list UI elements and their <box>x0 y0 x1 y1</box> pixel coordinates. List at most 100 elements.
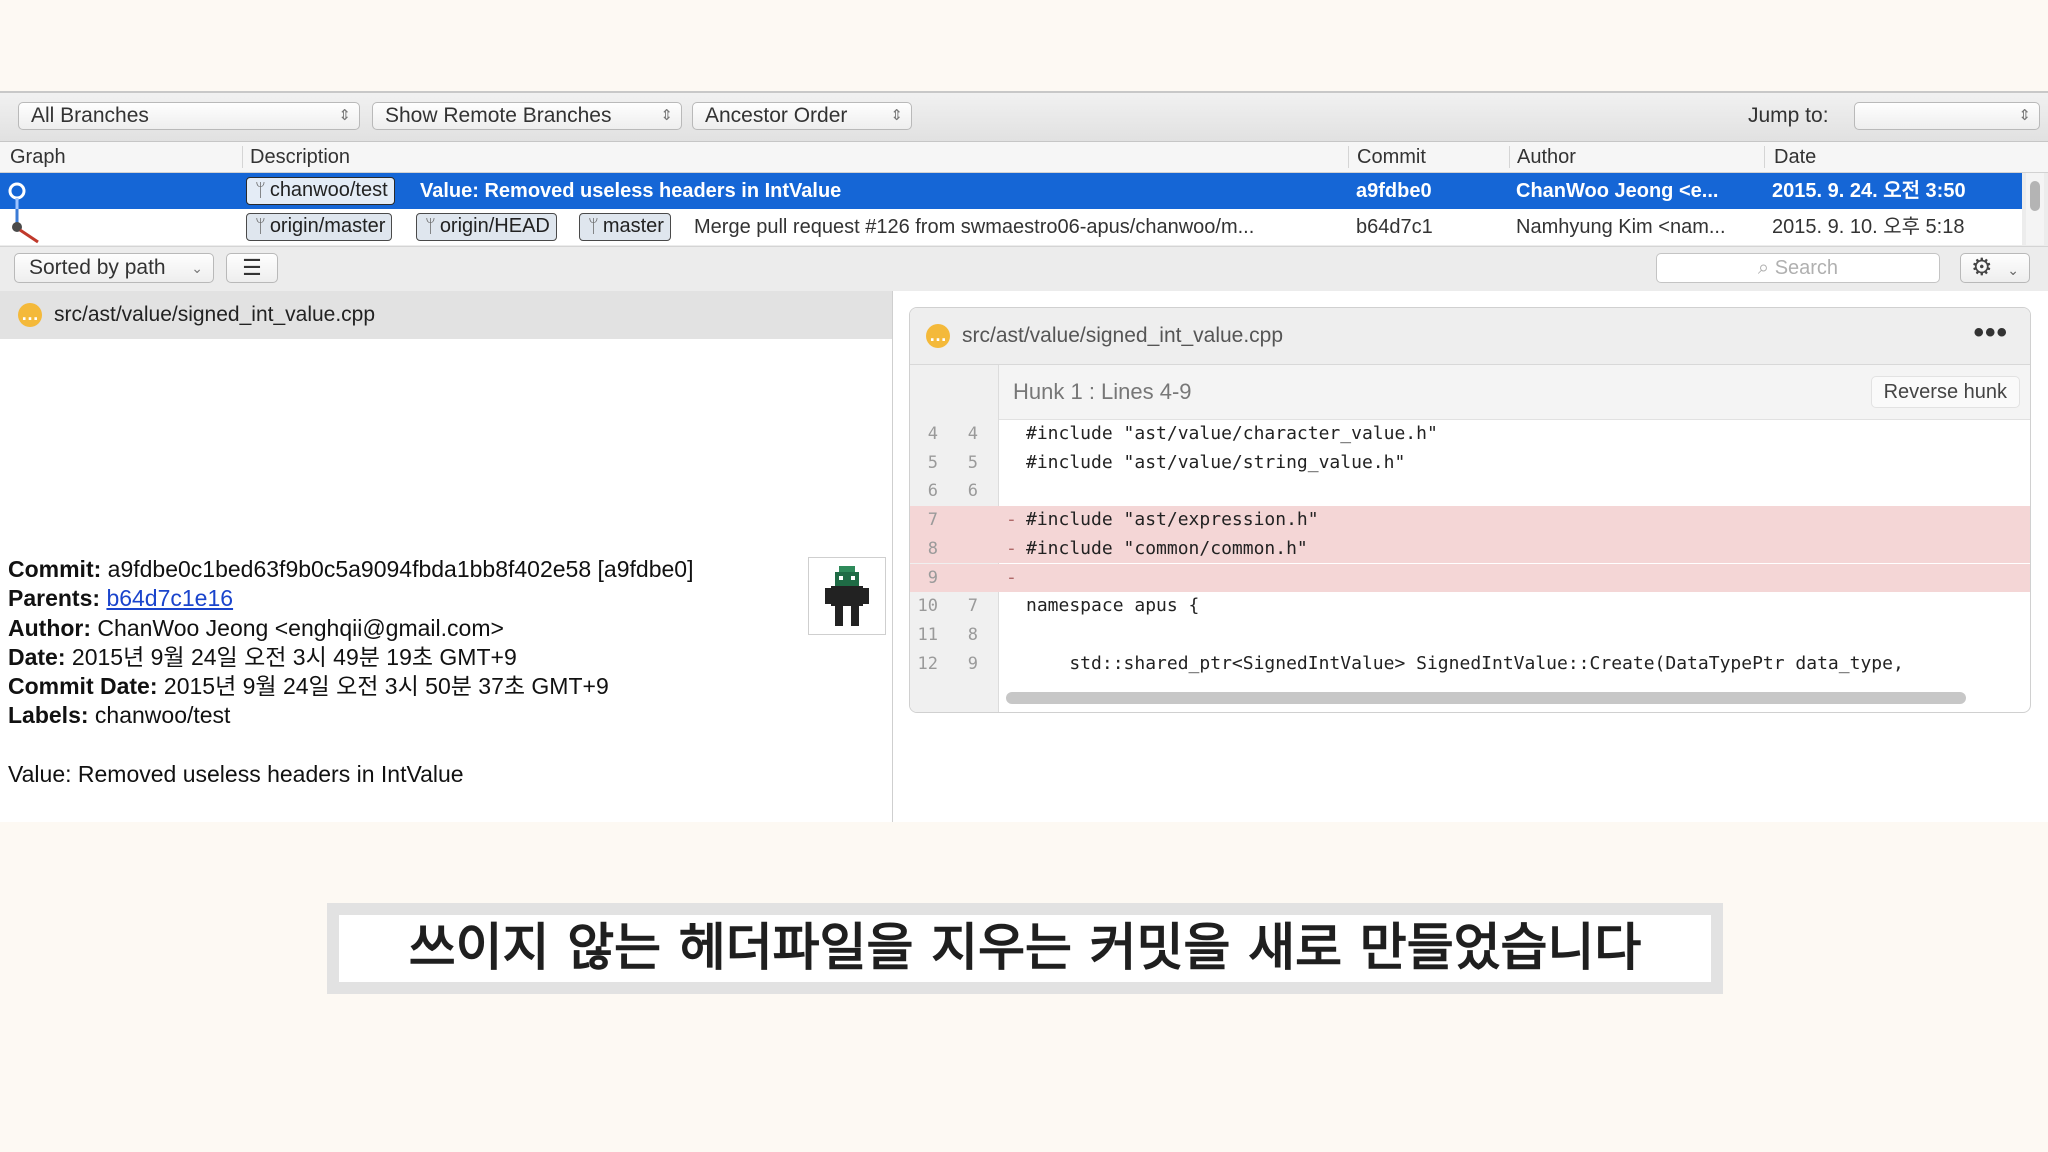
sort-popup[interactable]: Sorted by path ⌄ <box>14 253 214 283</box>
commit-date: 2015. 9. 10. 오후 5:18 <box>1772 216 1965 238</box>
branch-label-badge[interactable]: ᛘ chanwoo/test <box>246 177 395 205</box>
diff-line[interactable]: 10 7 namespace apus { <box>910 592 2030 621</box>
column-author[interactable]: Author <box>1517 142 1576 172</box>
commit-details: Commit: a9fdbe0c1bed63f9b0c5a9094fbda1bb… <box>8 555 693 789</box>
old-line-number: 12 <box>917 653 938 674</box>
diff-line[interactable]: 66 <box>910 477 2030 506</box>
column-divider <box>1509 146 1510 168</box>
branch-icon: ᛘ <box>255 216 266 236</box>
commit-date-label: Commit Date: <box>8 673 158 700</box>
diff-line[interactable]: 12 9 std::shared_ptr<SignedIntValue> Sign… <box>910 650 2030 679</box>
graph-node-icon <box>8 182 26 209</box>
modified-status-icon: … <box>926 324 950 348</box>
sort-label: Sorted by path <box>29 256 166 279</box>
branch-filter-popup[interactable]: All Branches ⇕ <box>18 102 360 130</box>
column-divider <box>1764 146 1765 168</box>
commit-full-hash: a9fdbe0c1bed63f9b0c5a9094fbda1bb8f402e58… <box>101 556 694 582</box>
subtitle-caption: 쓰이지 않는 헤더파일을 지우는 커밋을 새로 만들었습니다 <box>327 903 1723 994</box>
search-icon: ⌕ <box>1757 257 1770 279</box>
branch-label-badge[interactable]: ᛘ master <box>579 213 671 241</box>
updown-arrow-icon: ⇕ <box>2018 107 2031 124</box>
diff-line[interactable]: 4 4 #include "ast/value/character_value.h" <box>910 420 2030 449</box>
author-label: Author: <box>8 614 92 641</box>
search-placeholder: Search <box>1774 257 1839 279</box>
file-toolbar: Sorted by path ⌄ ☰ ⌕ Search ⚙ ⌄ <box>0 246 2048 292</box>
commit-date: 2015. 9. 24. 오전 3:50 <box>1772 180 1966 202</box>
branch-label-text: master <box>602 215 664 237</box>
diff-code: namespace apus { <box>1026 595 1200 617</box>
column-graph[interactable]: Graph <box>10 142 66 172</box>
list-view-button[interactable]: ☰ <box>226 253 278 283</box>
diff-code: #include "ast/expression.h" <box>1026 509 1319 531</box>
settings-menu-button[interactable]: ⚙ ⌄ <box>1960 253 2030 283</box>
updown-arrow-icon: ⇕ <box>660 107 673 124</box>
old-line-number: 10 <box>917 596 938 617</box>
subtitle-text: 쓰이지 않는 헤더파일을 지우는 커밋을 새로 만들었습니다 <box>339 915 1711 982</box>
old-line-number: 9 <box>927 567 938 588</box>
remote-branches-popup[interactable]: Show Remote Branches ⇕ <box>372 102 682 130</box>
avatar <box>808 557 886 635</box>
parents-label: Parents: <box>8 585 101 612</box>
diff-line[interactable]: 11 8 <box>910 621 2030 650</box>
branch-icon: ᛘ <box>425 216 436 236</box>
branch-label-badge[interactable]: ᛘ origin/master <box>246 213 393 241</box>
author-value: ChanWoo Jeong <enghqii@gmail.com> <box>91 614 504 641</box>
commit-row-selected[interactable]: ᛘ chanwoo/test Value: Removed useless hea… <box>0 173 2022 209</box>
date-label: Date: <box>8 643 66 670</box>
more-options-icon[interactable]: ••• <box>1973 308 2008 358</box>
diff-code: std::shared_ptr<SignedIntValue> SignedIn… <box>1026 652 1904 674</box>
branch-label-badge[interactable]: ᛘ origin/HEAD <box>416 213 557 241</box>
diff-sign: - <box>1006 566 1017 588</box>
updown-arrow-icon: ⇕ <box>338 107 351 124</box>
diff-file-path: src/ast/value/signed_int_value.cpp <box>962 324 1284 347</box>
diff-pane: … src/ast/value/signed_int_value.cpp •••… <box>893 291 2048 822</box>
column-commit[interactable]: Commit <box>1357 142 1426 172</box>
log-toolbar: All Branches ⇕ Show Remote Branches ⇕ An… <box>0 93 2048 142</box>
column-date[interactable]: Date <box>1774 142 1816 172</box>
new-line-number: 9 <box>967 653 978 674</box>
branch-filter-label: All Branches <box>31 104 149 127</box>
commit-author: ChanWoo Jeong <e... <box>1516 180 1719 202</box>
commit-hash: b64d7c1 <box>1356 216 1433 238</box>
diff-horizontal-scrollbar[interactable] <box>1006 692 1966 704</box>
updown-arrow-icon: ⇕ <box>890 107 903 124</box>
modified-status-icon: … <box>18 303 42 327</box>
diff-line[interactable]: 5 5 #include "ast/value/string_value.h" <box>910 449 2030 478</box>
old-line-number: 6 <box>927 481 938 502</box>
new-line-number: 5 <box>967 452 978 473</box>
reverse-hunk-button[interactable]: Reverse hunk <box>1870 376 2020 408</box>
graph-node-icon <box>12 209 39 244</box>
new-line-number: 6 <box>967 481 978 502</box>
column-description[interactable]: Description <box>250 142 350 172</box>
diff-line-deleted[interactable]: 8 - #include "common/common.h" <box>910 534 2030 564</box>
search-field[interactable]: ⌕ Search <box>1656 253 1940 283</box>
list-icon: ☰ <box>242 255 262 280</box>
diff-card: … src/ast/value/signed_int_value.cpp •••… <box>909 307 2031 713</box>
commit-row[interactable]: ᛘ origin/master ᛘ origin/HEAD ᛘ master Merg… <box>0 209 2022 245</box>
commit-list-scrollbar[interactable] <box>2026 173 2044 245</box>
old-line-number: 11 <box>917 624 938 645</box>
commit-message: Value: Removed useless headers in IntVal… <box>8 760 464 787</box>
old-line-number: 8 <box>927 538 938 559</box>
labels-label: Labels: <box>8 702 89 729</box>
file-list-item[interactable]: … src/ast/value/signed_int_value.cpp <box>0 291 892 339</box>
branch-label-text: origin/master <box>269 215 386 237</box>
diff-line-deleted[interactable]: 9- <box>910 563 2030 593</box>
new-line-number: 7 <box>967 596 978 617</box>
file-path: src/ast/value/signed_int_value.cpp <box>54 303 376 326</box>
date-value: 2015년 9월 24일 오전 3시 49분 19초 GMT+9 <box>65 643 517 670</box>
jump-to-popup[interactable]: ⇕ <box>1854 102 2040 130</box>
gear-icon: ⚙ <box>1971 254 1993 281</box>
labels-value: chanwoo/test <box>88 702 231 729</box>
branch-icon: ᛘ <box>588 216 599 236</box>
order-popup[interactable]: Ancestor Order ⇕ <box>692 102 912 130</box>
scrollbar-thumb[interactable] <box>2030 181 2040 211</box>
commit-list-header: Graph Description Commit Author Date <box>0 142 2048 173</box>
diff-line-deleted[interactable]: 7 - #include "ast/expression.h" <box>910 506 2030 535</box>
chevron-down-icon: ⌄ <box>2007 262 2019 278</box>
robot-avatar-icon <box>825 566 869 626</box>
hunk-header: Hunk 1 : Lines 4-9 Reverse hunk <box>999 365 2030 420</box>
parent-commit-link[interactable]: b64d7c1e16 <box>106 585 233 611</box>
new-line-number: 4 <box>967 424 978 444</box>
column-divider <box>242 146 243 168</box>
